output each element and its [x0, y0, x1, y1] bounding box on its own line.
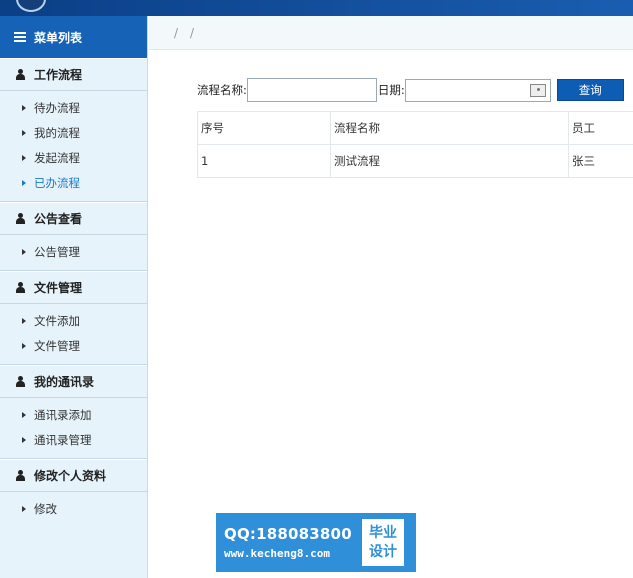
user-icon [16, 282, 25, 293]
caret-right-icon [22, 317, 26, 324]
watermark-tag: 毕业 设计 [362, 519, 404, 566]
sidebar: 菜单列表 工作流程 待办流程 我的流程 发起流程 已办流程 公告查看 公告管理 … [0, 16, 148, 578]
watermark-qq: QQ:188083800 [224, 525, 352, 543]
sidebar-item-edit-profile[interactable]: 修改 [0, 496, 147, 521]
caret-right-icon [22, 248, 26, 255]
main-content: 流程名称: 日期: 查询 序号 流程名称 员工 1 测试流程 张三 [149, 50, 633, 578]
user-icon [16, 376, 25, 387]
group-title: 我的通讯录 [34, 375, 95, 389]
query-button[interactable]: 查询 [556, 79, 624, 101]
caret-right-icon [22, 179, 26, 186]
flow-name-label: 流程名称: [197, 83, 247, 97]
sidebar-item-file-add[interactable]: 文件添加 [0, 308, 147, 333]
caret-right-icon [22, 436, 26, 443]
column-header: 序号 [197, 111, 331, 145]
table-cell: 测试流程 [330, 144, 569, 178]
sidebar-item-start-flow[interactable]: 发起流程 [0, 145, 147, 170]
watermark-url: www.kecheng8.com [224, 547, 330, 560]
table-header-row: 序号 流程名称 员工 [197, 111, 633, 145]
date-input[interactable] [404, 78, 551, 102]
user-icon [16, 470, 25, 481]
sidebar-group-profile[interactable]: 修改个人资料 [0, 459, 147, 492]
caret-right-icon [22, 505, 26, 512]
caret-right-icon [22, 129, 26, 136]
sidebar-item-file-manage[interactable]: 文件管理 [0, 333, 147, 358]
sidebar-item-announcement-manage[interactable]: 公告管理 [0, 239, 147, 264]
group-title: 工作流程 [34, 68, 83, 82]
group-title: 公告查看 [34, 212, 83, 226]
sidebar-group-profile-items: 修改 [0, 492, 147, 527]
breadcrumb: / / [149, 16, 633, 50]
table-cell: 张三 [568, 144, 633, 178]
user-icon [16, 213, 25, 224]
sidebar-group-announcements[interactable]: 公告查看 [0, 202, 147, 235]
column-header: 流程名称 [330, 111, 569, 145]
sidebar-item-label: 通讯录添加 [34, 407, 92, 422]
breadcrumb-separator: / [174, 25, 179, 40]
calendar-icon[interactable] [529, 83, 546, 97]
table-cell: 1 [197, 144, 331, 178]
results-table: 序号 流程名称 员工 1 测试流程 张三 [197, 111, 633, 178]
menu-title-label: 菜单列表 [34, 30, 83, 45]
watermark-tag-line2: 设计 [369, 543, 397, 560]
sidebar-item-my-flow[interactable]: 我的流程 [0, 120, 147, 145]
sidebar-item-label: 公告管理 [34, 244, 80, 259]
group-title: 修改个人资料 [34, 469, 107, 483]
sidebar-item-todo[interactable]: 待办流程 [0, 95, 147, 120]
sidebar-item-label: 通讯录管理 [34, 432, 92, 447]
caret-right-icon [22, 342, 26, 349]
sidebar-item-label: 修改 [34, 501, 57, 516]
sidebar-item-label: 文件管理 [34, 338, 80, 353]
sidebar-group-files-items: 文件添加 文件管理 [0, 304, 147, 365]
watermark-tag-line1: 毕业 [369, 524, 397, 541]
caret-right-icon [22, 154, 26, 161]
breadcrumb-separator: / [190, 25, 195, 40]
sidebar-item-label: 发起流程 [34, 150, 80, 165]
sidebar-item-contact-add[interactable]: 通讯录添加 [0, 402, 147, 427]
sidebar-group-workflow-items: 待办流程 我的流程 发起流程 已办流程 [0, 91, 147, 202]
sidebar-group-files[interactable]: 文件管理 [0, 271, 147, 304]
list-icon [14, 30, 26, 44]
logo-icon [16, 0, 46, 12]
caret-right-icon [22, 411, 26, 418]
sidebar-group-workflow[interactable]: 工作流程 [0, 58, 147, 91]
sidebar-group-contacts-items: 通讯录添加 通讯录管理 [0, 398, 147, 459]
sidebar-item-label: 文件添加 [34, 313, 80, 328]
sidebar-item-label: 待办流程 [34, 100, 80, 115]
flow-name-input[interactable] [246, 78, 377, 102]
column-header: 员工 [568, 111, 633, 145]
watermark-banner: QQ:188083800 www.kecheng8.com 毕业 设计 [216, 513, 416, 572]
sidebar-item-contact-manage[interactable]: 通讯录管理 [0, 427, 147, 452]
sidebar-item-label: 已办流程 [34, 175, 80, 190]
sidebar-menu-title: 菜单列表 [0, 16, 147, 58]
sidebar-group-announcements-items: 公告管理 [0, 235, 147, 271]
caret-right-icon [22, 104, 26, 111]
date-label: 日期: [377, 83, 405, 97]
table-row[interactable]: 1 测试流程 张三 [197, 144, 633, 178]
search-form: 流程名称: 日期: 查询 [197, 78, 633, 102]
user-icon [16, 69, 25, 80]
sidebar-item-done-flow[interactable]: 已办流程 [0, 170, 147, 195]
group-title: 文件管理 [34, 281, 83, 295]
sidebar-group-contacts[interactable]: 我的通讯录 [0, 365, 147, 398]
sidebar-item-label: 我的流程 [34, 125, 80, 140]
top-header [0, 0, 633, 16]
